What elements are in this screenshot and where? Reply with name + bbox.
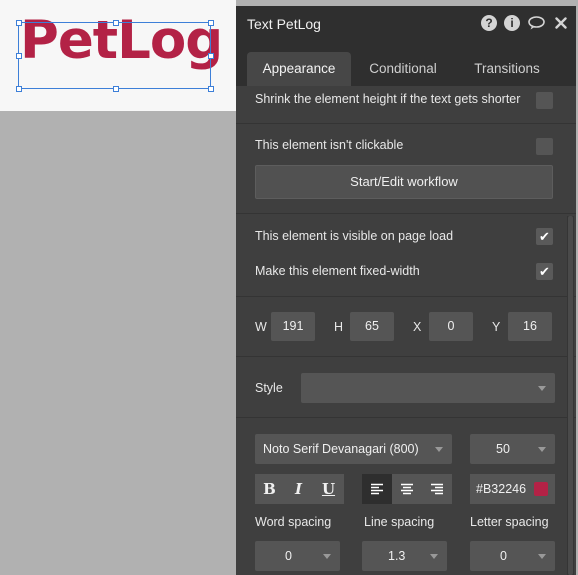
chevron-down-icon bbox=[435, 447, 443, 452]
height-input[interactable]: 65 bbox=[350, 312, 394, 341]
align-left-icon bbox=[371, 483, 383, 495]
fixed-width-label: Make this element fixed-width bbox=[255, 264, 420, 278]
font-family-dropdown[interactable]: Noto Serif Devanagari (800) bbox=[255, 434, 452, 464]
bold-icon: B bbox=[263, 480, 276, 498]
not-clickable-checkbox[interactable] bbox=[536, 138, 553, 155]
font-size-dropdown[interactable]: 50 bbox=[470, 434, 555, 464]
info-icon[interactable]: i bbox=[504, 15, 520, 31]
fixed-width-checkbox[interactable]: ✔ bbox=[536, 263, 553, 280]
word-spacing-dropdown[interactable]: 0 bbox=[255, 541, 340, 571]
divider bbox=[236, 356, 576, 357]
color-swatch[interactable] bbox=[534, 482, 548, 496]
resize-handle-tr[interactable] bbox=[208, 20, 214, 26]
letter-spacing-label: Letter spacing bbox=[470, 515, 549, 529]
font-family-value: Noto Serif Devanagari (800) bbox=[263, 442, 419, 456]
italic-button[interactable]: I bbox=[284, 474, 313, 504]
chevron-down-icon bbox=[538, 447, 546, 452]
checkmark-icon: ✔ bbox=[539, 229, 550, 244]
resize-handle-bm[interactable] bbox=[113, 86, 119, 92]
align-right-button[interactable] bbox=[422, 474, 452, 504]
line-spacing-value: 1.3 bbox=[388, 549, 406, 563]
resize-handle-br[interactable] bbox=[208, 86, 214, 92]
x-label: X bbox=[413, 320, 422, 334]
divider bbox=[236, 296, 576, 297]
selection-box bbox=[18, 22, 211, 89]
word-spacing-label: Word spacing bbox=[255, 515, 332, 529]
shrink-height-label: Shrink the element height if the text ge… bbox=[255, 92, 521, 106]
align-center-icon bbox=[401, 483, 413, 495]
align-center-button[interactable] bbox=[392, 474, 422, 504]
style-dropdown[interactable] bbox=[301, 373, 555, 403]
font-size-value: 50 bbox=[496, 442, 510, 456]
resize-handle-bl[interactable] bbox=[16, 86, 22, 92]
panel-title: Text PetLog bbox=[247, 16, 321, 32]
property-editor-panel: Text PetLog ? i Appearance Conditional T… bbox=[236, 6, 576, 575]
visible-on-load-label: This element is visible on page load bbox=[255, 229, 454, 243]
divider bbox=[236, 417, 576, 418]
underline-button[interactable]: U bbox=[313, 474, 344, 504]
resize-handle-tl[interactable] bbox=[16, 20, 22, 26]
y-label: Y bbox=[492, 320, 501, 334]
not-clickable-label: This element isn't clickable bbox=[255, 138, 404, 152]
panel-header[interactable]: Text PetLog ? i bbox=[236, 6, 576, 44]
help-icon[interactable]: ? bbox=[481, 15, 497, 31]
width-input[interactable]: 191 bbox=[271, 312, 315, 341]
font-color-hex: #B32246 bbox=[476, 482, 527, 496]
tab-appearance[interactable]: Appearance bbox=[247, 52, 351, 86]
word-spacing-value: 0 bbox=[285, 549, 292, 563]
chevron-down-icon bbox=[538, 386, 546, 391]
start-edit-workflow-button[interactable]: Start/Edit workflow bbox=[255, 165, 553, 199]
align-left-button[interactable] bbox=[362, 474, 392, 504]
shrink-height-checkbox[interactable] bbox=[536, 92, 553, 109]
visible-on-load-checkbox[interactable]: ✔ bbox=[536, 228, 553, 245]
line-spacing-dropdown[interactable]: 1.3 bbox=[362, 541, 447, 571]
divider bbox=[236, 123, 576, 124]
bold-button[interactable]: B bbox=[255, 474, 284, 504]
x-input[interactable]: 0 bbox=[429, 312, 473, 341]
width-label: W bbox=[255, 320, 267, 334]
comment-icon[interactable] bbox=[527, 15, 545, 31]
scrollbar-thumb[interactable] bbox=[568, 216, 573, 575]
italic-icon: I bbox=[294, 480, 303, 498]
close-icon[interactable] bbox=[552, 15, 570, 31]
letter-spacing-dropdown[interactable]: 0 bbox=[470, 541, 555, 571]
height-label: H bbox=[334, 320, 344, 334]
align-right-icon bbox=[431, 483, 443, 495]
divider bbox=[236, 213, 576, 214]
resize-handle-ml[interactable] bbox=[16, 53, 22, 59]
chevron-down-icon bbox=[538, 554, 546, 559]
tab-bar: Appearance Conditional Transitions bbox=[236, 44, 576, 86]
resize-handle-tm[interactable] bbox=[113, 20, 119, 26]
chevron-down-icon bbox=[430, 554, 438, 559]
checkmark-icon: ✔ bbox=[539, 264, 550, 279]
resize-handle-mr[interactable] bbox=[208, 53, 214, 59]
tab-transitions[interactable]: Transitions bbox=[460, 52, 554, 86]
line-spacing-label: Line spacing bbox=[364, 515, 435, 529]
letter-spacing-value: 0 bbox=[500, 549, 507, 563]
y-input[interactable]: 16 bbox=[508, 312, 552, 341]
style-label: Style bbox=[255, 381, 283, 395]
underline-icon: U bbox=[321, 480, 336, 498]
chevron-down-icon bbox=[323, 554, 331, 559]
tab-conditional[interactable]: Conditional bbox=[356, 52, 450, 86]
